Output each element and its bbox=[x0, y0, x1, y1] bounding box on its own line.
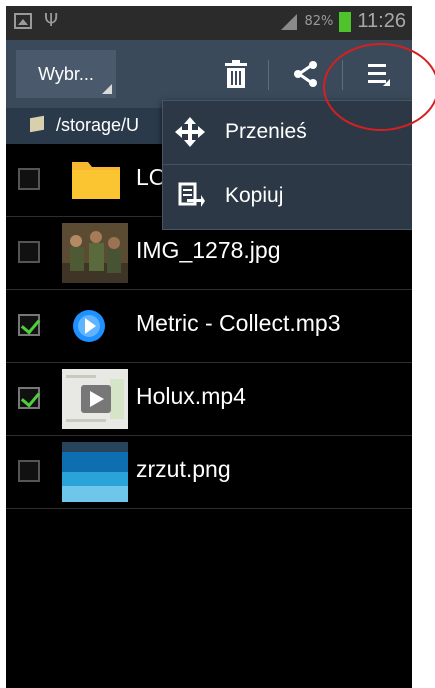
video-thumbnail bbox=[62, 369, 128, 429]
select-label: Wybr... bbox=[38, 63, 94, 84]
red-annotation-circle bbox=[323, 43, 435, 131]
item-checkbox[interactable] bbox=[18, 387, 40, 409]
item-checkbox[interactable] bbox=[18, 314, 40, 336]
battery-percent: 82% bbox=[304, 14, 334, 29]
photo-thumbnail bbox=[62, 223, 128, 283]
storage-icon bbox=[30, 115, 44, 133]
file-name: Metric - Collect.mp3 bbox=[136, 310, 341, 336]
current-path: /storage/U bbox=[56, 115, 140, 135]
gallery-notification-icon bbox=[14, 13, 32, 29]
action-divider bbox=[268, 60, 269, 90]
battery-icon bbox=[339, 11, 352, 32]
usb-icon: Ψ bbox=[44, 10, 59, 31]
screenshot-thumbnail bbox=[62, 442, 128, 502]
share-icon bbox=[294, 61, 317, 87]
delete-button[interactable] bbox=[216, 54, 256, 94]
file-name: IMG_1278.jpg bbox=[136, 237, 281, 263]
copy-icon bbox=[178, 182, 205, 207]
menu-item-copy[interactable]: Kopiuj bbox=[163, 164, 412, 228]
file-name: zrzut.png bbox=[136, 456, 231, 482]
select-dropdown[interactable]: Wybr... bbox=[16, 50, 116, 98]
list-item[interactable]: Metric - Collect.mp3 bbox=[6, 290, 412, 363]
signal-icon bbox=[280, 13, 297, 30]
clock: 11:26 bbox=[357, 10, 406, 32]
move-icon bbox=[175, 117, 205, 147]
item-checkbox[interactable] bbox=[18, 241, 40, 263]
folder-icon bbox=[72, 162, 120, 199]
audio-icon bbox=[73, 310, 105, 342]
menu-item-label: Przenieś bbox=[225, 120, 307, 143]
dropdown-corner-icon bbox=[102, 84, 112, 94]
file-name: Holux.mp4 bbox=[136, 383, 246, 409]
trash-icon bbox=[225, 60, 247, 88]
item-checkbox[interactable] bbox=[18, 460, 40, 482]
list-item[interactable]: zrzut.png bbox=[6, 436, 412, 509]
menu-item-label: Kopiuj bbox=[225, 184, 284, 207]
status-bar: Ψ 82% 11:26 bbox=[6, 6, 412, 40]
list-item[interactable]: Holux.mp4 bbox=[6, 363, 412, 436]
item-checkbox[interactable] bbox=[18, 168, 40, 190]
share-button[interactable] bbox=[286, 54, 326, 94]
